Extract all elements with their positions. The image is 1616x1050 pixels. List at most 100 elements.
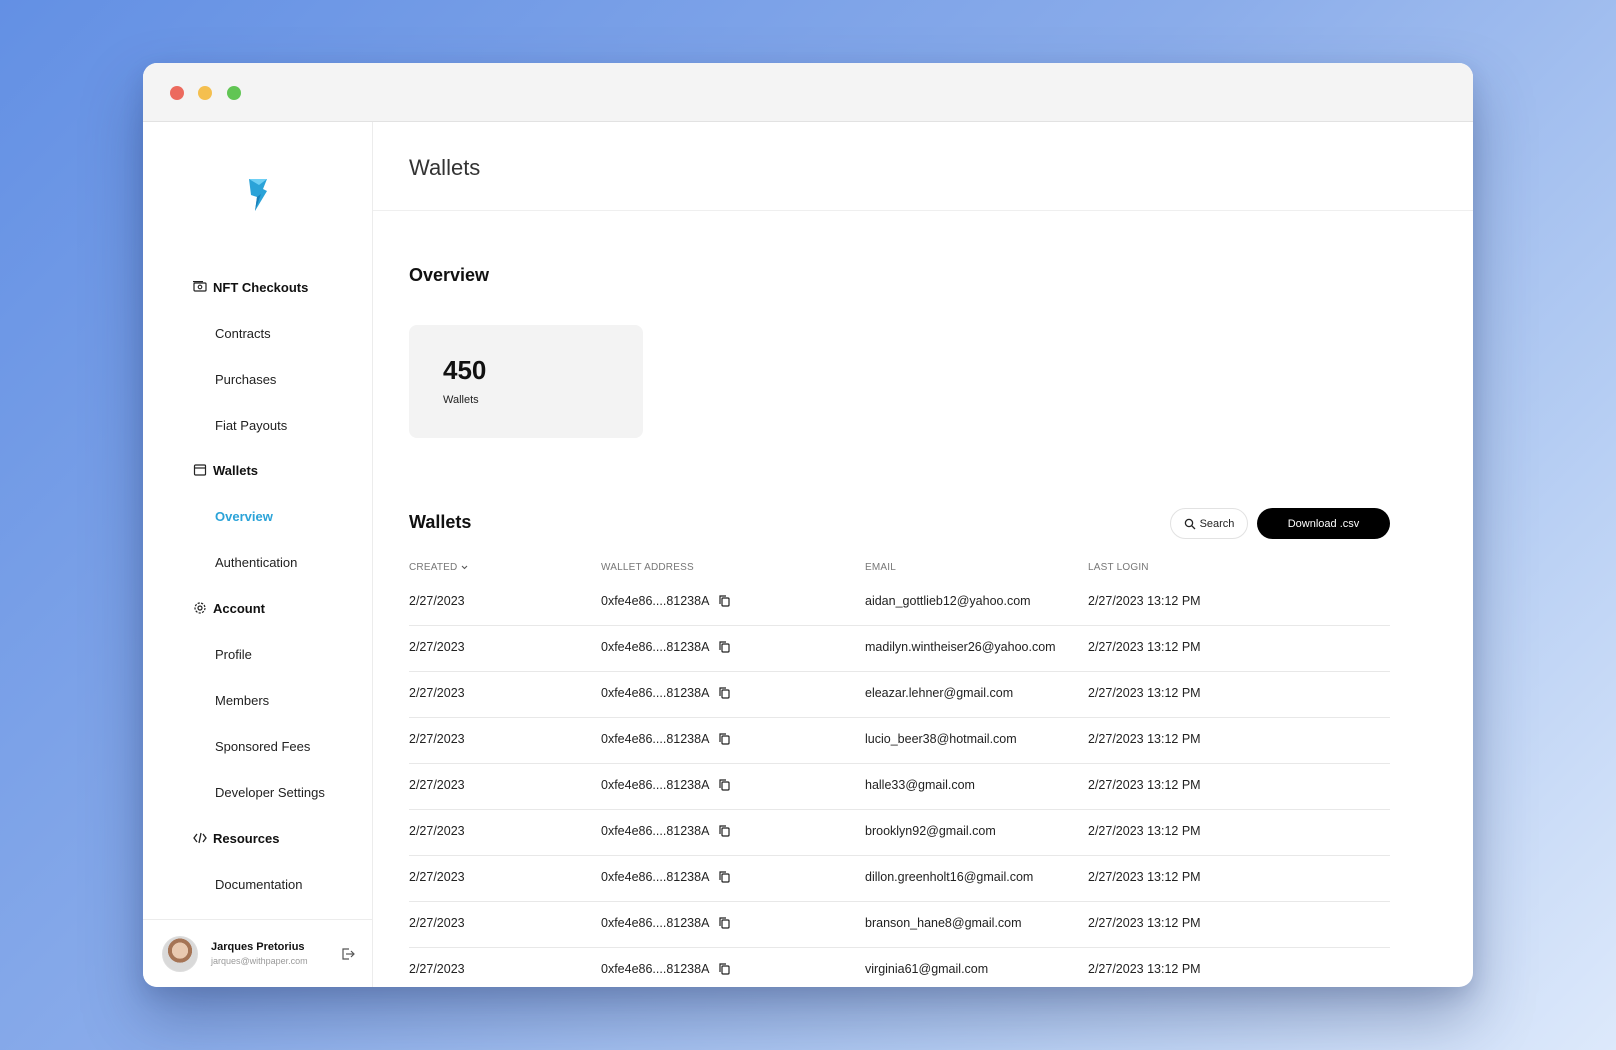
sidebar-section-nft-checkouts[interactable]: NFT Checkouts — [143, 272, 372, 302]
cell-last-login: 2/27/2023 13:12 PM — [1088, 778, 1201, 792]
cell-wallet-address: 0xfe4e86....81238A — [601, 594, 731, 608]
page-title: Wallets — [409, 155, 481, 180]
cell-created: 2/27/2023 — [409, 962, 465, 976]
table-row[interactable]: 2/27/2023 0xfe4e86....81238A branson_hane8… — [409, 902, 1390, 948]
copy-icon[interactable] — [719, 641, 731, 653]
sidebar-item-documentation[interactable]: Documentation — [143, 869, 372, 899]
cell-created: 2/27/2023 — [409, 732, 465, 746]
cell-email: virginia61@gmail.com — [865, 962, 989, 976]
wallets-table: CREATED WALLET ADDRESS EMAIL LAST LOGIN … — [409, 556, 1390, 987]
copy-icon[interactable] — [719, 779, 731, 791]
cell-last-login: 2/27/2023 13:12 PM — [1088, 916, 1201, 930]
cell-email: halle33@gmail.com — [865, 778, 975, 792]
cell-last-login: 2/27/2023 13:12 PM — [1088, 732, 1201, 746]
search-icon — [1184, 518, 1196, 529]
cell-email: madilyn.wintheiser26@yahoo.com — [865, 640, 1056, 654]
cell-last-login: 2/27/2023 13:12 PM — [1088, 962, 1201, 976]
user-email: jarques@withpaper.com — [211, 956, 308, 966]
gear-icon — [194, 602, 206, 614]
wallet-address-text: 0xfe4e86....81238A — [601, 962, 710, 976]
search-button[interactable]: Search — [1170, 508, 1248, 539]
cell-wallet-address: 0xfe4e86....81238A — [601, 962, 731, 976]
cell-wallet-address: 0xfe4e86....81238A — [601, 732, 731, 746]
cell-last-login: 2/27/2023 13:12 PM — [1088, 824, 1201, 838]
close-window-button[interactable] — [170, 86, 184, 100]
wallet-address-text: 0xfe4e86....81238A — [601, 686, 710, 700]
cell-wallet-address: 0xfe4e86....81238A — [601, 778, 731, 792]
sidebar-item-developer-settings[interactable]: Developer Settings — [143, 777, 372, 807]
cell-created: 2/27/2023 — [409, 916, 465, 930]
table-row[interactable]: 2/27/2023 0xfe4e86....81238A brooklyn92@gm… — [409, 810, 1390, 856]
logo-icon[interactable] — [247, 177, 269, 213]
wallet-address-text: 0xfe4e86....81238A — [601, 732, 710, 746]
copy-icon[interactable] — [719, 963, 731, 975]
table-row[interactable]: 2/27/2023 0xfe4e86....81238A madilyn.winth… — [409, 626, 1390, 672]
table-row[interactable]: 2/27/2023 0xfe4e86....81238A halle33@gmail… — [409, 764, 1390, 810]
cash-icon — [193, 281, 207, 292]
title-bar — [143, 63, 1473, 122]
user-profile[interactable]: Jarques Pretorius jarques@withpaper.com — [143, 919, 372, 987]
cell-created: 2/27/2023 — [409, 824, 465, 838]
user-name: Jarques Pretorius — [211, 941, 305, 953]
cell-email: dillon.greenholt16@gmail.com — [865, 870, 1034, 884]
wallets-table-title: Wallets — [409, 512, 472, 532]
stat-label: Wallets — [443, 394, 479, 406]
sidebar-section-wallets[interactable]: Wallets — [143, 455, 372, 485]
wallet-icon — [193, 464, 207, 476]
code-icon — [193, 832, 207, 844]
sidebar-item-sponsored-fees[interactable]: Sponsored Fees — [143, 731, 372, 761]
sidebar-section-resources[interactable]: Resources — [143, 823, 372, 853]
sidebar: NFT Checkouts Contracts Purchases Fiat P… — [143, 122, 373, 987]
sidebar-section-label: NFT Checkouts — [213, 279, 309, 295]
copy-icon[interactable] — [719, 595, 731, 607]
table-row[interactable]: 2/27/2023 0xfe4e86....81238A lucio_beer38@… — [409, 718, 1390, 764]
cell-wallet-address: 0xfe4e86....81238A — [601, 870, 731, 884]
copy-icon[interactable] — [719, 687, 731, 699]
cell-wallet-address: 0xfe4e86....81238A — [601, 686, 731, 700]
cell-last-login: 2/27/2023 13:12 PM — [1088, 870, 1201, 884]
cell-last-login: 2/27/2023 13:12 PM — [1088, 594, 1201, 608]
cell-wallet-address: 0xfe4e86....81238A — [601, 640, 731, 654]
cell-email: lucio_beer38@hotmail.com — [865, 732, 1017, 746]
sidebar-item-fiat-payouts[interactable]: Fiat Payouts — [143, 410, 372, 440]
cell-email: aidan_gottlieb12@yahoo.com — [865, 594, 1031, 608]
wallet-address-text: 0xfe4e86....81238A — [601, 778, 710, 792]
page-header: Wallets — [373, 122, 1473, 211]
table-header: CREATED WALLET ADDRESS EMAIL LAST LOGIN — [409, 556, 1390, 580]
cell-created: 2/27/2023 — [409, 594, 465, 608]
cell-wallet-address: 0xfe4e86....81238A — [601, 916, 731, 930]
minimize-window-button[interactable] — [198, 86, 212, 100]
column-header-email: EMAIL — [865, 562, 897, 573]
sidebar-item-members[interactable]: Members — [143, 685, 372, 715]
overview-title: Overview — [409, 265, 490, 285]
stat-value: 450 — [443, 355, 487, 385]
cell-email: branson_hane8@gmail.com — [865, 916, 1022, 930]
column-header-label: CREATED — [409, 562, 458, 573]
cell-created: 2/27/2023 — [409, 778, 465, 792]
sidebar-item-profile[interactable]: Profile — [143, 639, 372, 669]
copy-icon[interactable] — [719, 733, 731, 745]
sidebar-item-authentication[interactable]: Authentication — [143, 547, 372, 577]
table-row[interactable]: 2/27/2023 0xfe4e86....81238A virginia61@gm… — [409, 948, 1390, 987]
column-header-last-login: LAST LOGIN — [1088, 562, 1149, 573]
column-header-created[interactable]: CREATED — [409, 562, 469, 573]
copy-icon[interactable] — [719, 825, 731, 837]
maximize-window-button[interactable] — [227, 86, 241, 100]
copy-icon[interactable] — [719, 871, 731, 883]
sidebar-item-purchases[interactable]: Purchases — [143, 364, 372, 394]
logout-icon[interactable] — [341, 947, 355, 961]
sidebar-section-account[interactable]: Account — [143, 593, 372, 623]
main-content: Wallets Overview 450 Wallets Wallets Sea… — [373, 122, 1473, 987]
cell-wallet-address: 0xfe4e86....81238A — [601, 824, 731, 838]
table-row[interactable]: 2/27/2023 0xfe4e86....81238A aidan_gottlie… — [409, 580, 1390, 626]
cell-email: eleazar.lehner@gmail.com — [865, 686, 1014, 700]
cell-last-login: 2/27/2023 13:12 PM — [1088, 686, 1201, 700]
sidebar-item-contracts[interactable]: Contracts — [143, 318, 372, 348]
table-row[interactable]: 2/27/2023 0xfe4e86....81238A eleazar.lehne… — [409, 672, 1390, 718]
copy-icon[interactable] — [719, 917, 731, 929]
cell-created: 2/27/2023 — [409, 686, 465, 700]
download-csv-button[interactable]: Download .csv — [1257, 508, 1390, 539]
sidebar-item-overview[interactable]: Overview — [143, 501, 372, 531]
wallet-address-text: 0xfe4e86....81238A — [601, 640, 710, 654]
table-row[interactable]: 2/27/2023 0xfe4e86....81238A dillon.greenh… — [409, 856, 1390, 902]
